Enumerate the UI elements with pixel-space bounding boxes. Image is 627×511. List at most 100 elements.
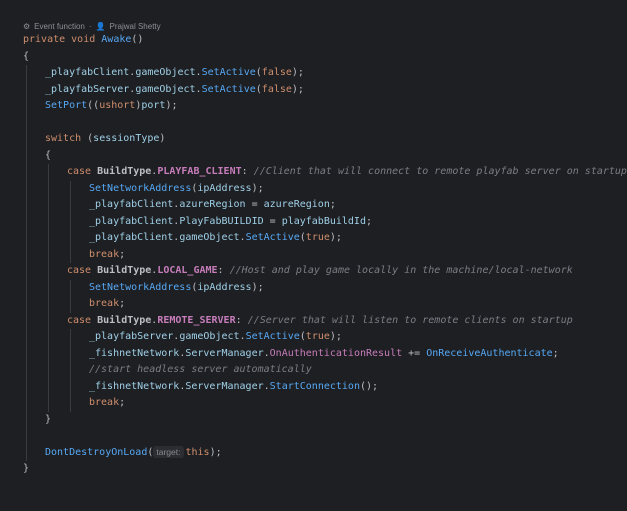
code-token: ); — [251, 281, 264, 293]
indent-guide — [26, 312, 27, 329]
code-token: _playfabServer — [45, 83, 130, 95]
code-token: : — [235, 314, 248, 326]
code-token: ; — [329, 199, 336, 210]
code-line: DontDestroyOnLoad(target: this); — [0, 444, 627, 462]
indent-guide — [48, 164, 49, 181]
indent-guide — [48, 345, 49, 362]
code-token: ServerManager — [185, 380, 264, 392]
code-text: SetPort((ushort)port); — [45, 98, 178, 115]
indent-guide — [48, 362, 49, 379]
indent-guide — [26, 329, 27, 346]
code-token: ushort — [99, 100, 136, 111]
code-token: () — [131, 34, 144, 45]
code-token: REMOTE_SERVER — [157, 314, 236, 326]
indent-guide — [48, 230, 49, 247]
code-token: true — [305, 232, 330, 243]
code-text: { — [45, 148, 51, 165]
code-comment: //Server that will listen to remote clie… — [247, 314, 573, 326]
code-token: ; — [119, 397, 126, 408]
code-token: ipAddress — [197, 182, 252, 194]
indent-guide — [48, 279, 49, 296]
code-text: _fishnetNetwork.ServerManager.OnAuthenti… — [89, 346, 559, 363]
code-token: BuildType — [97, 166, 152, 177]
code-token: SetPort — [45, 100, 88, 111]
code-text: switch (sessionType) — [45, 131, 165, 148]
code-token: false — [261, 67, 292, 78]
code-token: gameObject — [179, 331, 240, 342]
code-line: SetNetworkAddress(ipAddress); — [0, 180, 627, 197]
indent-guide — [26, 345, 27, 362]
code-line: } — [0, 461, 627, 478]
code-comment: //Host and play game locally in the mach… — [229, 265, 573, 276]
code-token: ; — [119, 298, 126, 309]
code-text: _playfabClient.gameObject.SetActive(true… — [89, 230, 342, 247]
code-token: } — [45, 413, 52, 425]
indent-guide — [48, 246, 49, 263]
code-line: _playfabClient.azureRegion = azureRegion… — [0, 197, 627, 214]
code-token: : — [241, 166, 254, 177]
code-line: _playfabClient.gameObject.SetActive(true… — [0, 230, 627, 247]
code-token: ; — [119, 248, 126, 260]
code-text: _playfabClient.gameObject.SetActive(fals… — [45, 65, 304, 82]
code-token: SetActive — [245, 331, 300, 342]
code-token: = — [245, 199, 264, 210]
indent-guide — [70, 345, 71, 362]
code-token: _fishnetNetwork — [89, 380, 180, 392]
code-area[interactable]: private void Awake() { _playfabClient.ga… — [0, 32, 627, 478]
code-comment: //start headless server automatically — [89, 364, 312, 375]
code-editor[interactable]: ⚙ Event function · 👤 Prajwal Shetty priv… — [0, 0, 627, 485]
code-token: ); — [165, 100, 178, 111]
code-text: _playfabServer.gameObject.SetActive(fals… — [45, 82, 304, 99]
indent-guide — [26, 197, 27, 214]
code-line: break; — [0, 395, 627, 412]
indent-guide — [26, 213, 27, 230]
code-token: case — [67, 314, 98, 326]
code-text: { — [23, 49, 29, 66]
keyword: private void — [23, 34, 102, 45]
code-line: _fishnetNetwork.ServerManager.StartConne… — [0, 378, 627, 395]
method-name: Awake — [101, 34, 132, 45]
indent-guide — [26, 444, 27, 461]
code-line: _fishnetNetwork.ServerManager.OnAuthenti… — [0, 345, 627, 363]
code-line: { — [0, 147, 627, 165]
indent-guide — [26, 114, 27, 131]
code-token: gameObject — [135, 83, 196, 95]
code-token: ipAddress — [197, 281, 252, 293]
code-line: //start headless server automatically — [0, 362, 627, 379]
code-token: _fishnetNetwork — [89, 347, 180, 359]
code-line: SetNetworkAddress(ipAddress); — [0, 279, 627, 296]
code-token: (( — [87, 100, 100, 111]
indent-guide — [48, 296, 49, 313]
indent-guide — [26, 362, 27, 379]
indent-guide — [70, 362, 71, 379]
code-token: ServerManager — [185, 347, 264, 359]
code-token: port — [141, 100, 166, 111]
indent-guide — [26, 411, 27, 428]
code-text: break; — [89, 296, 125, 313]
code-token: break — [89, 298, 120, 309]
code-token: break — [89, 248, 120, 260]
code-text: private void Awake() — [23, 32, 143, 49]
code-line: _playfabClient.PlayFabBUILDID = playfabB… — [0, 213, 627, 230]
code-token: break — [89, 397, 120, 408]
indent-guide — [70, 197, 71, 214]
code-token: _playfabClient — [89, 199, 174, 210]
code-comment: //Client that will connect to remote pla… — [253, 166, 627, 177]
code-line: case BuildType.PLAYFAB_CLIENT: //Client … — [0, 164, 627, 181]
code-token: switch — [45, 133, 82, 144]
code-token: += — [402, 347, 427, 359]
indent-guide — [26, 230, 27, 247]
code-token: BuildType — [97, 314, 152, 326]
code-token: playfabBuildId — [281, 215, 366, 227]
code-vision-hint[interactable]: ⚙ Event function · 👤 Prajwal Shetty — [23, 20, 161, 32]
indent-guide — [26, 81, 27, 98]
code-text: DontDestroyOnLoad(target: this); — [45, 445, 222, 462]
indent-guide — [26, 263, 27, 280]
code-token: } — [23, 463, 30, 474]
code-text: } — [23, 461, 29, 478]
indent-guide — [70, 296, 71, 313]
code-token: gameObject — [179, 232, 240, 243]
indent-guide — [48, 213, 49, 230]
indent-guide — [26, 180, 27, 197]
code-line: _playfabServer.gameObject.SetActive(fals… — [0, 81, 627, 99]
